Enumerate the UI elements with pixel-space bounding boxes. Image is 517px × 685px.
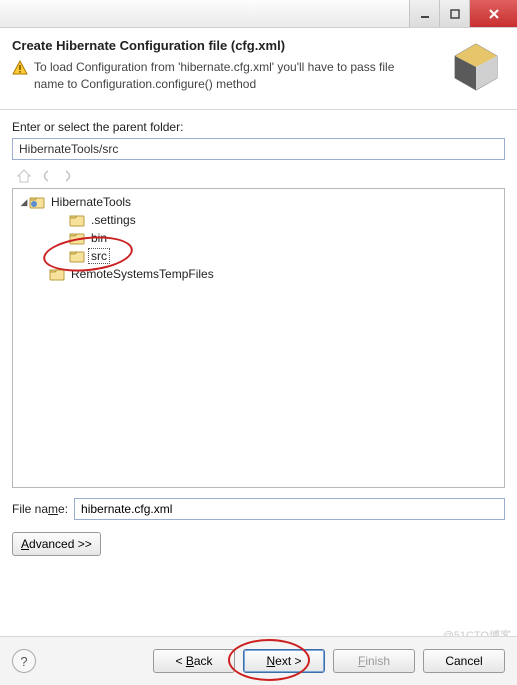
advanced-button[interactable]: Advanced >> [12,532,101,556]
dialog-title: Create Hibernate Configuration file (cfg… [12,38,505,53]
tree-node-project[interactable]: RemoteSystemsTempFiles [15,265,502,283]
folder-icon [49,267,65,281]
maximize-icon [450,9,460,19]
home-icon[interactable] [16,168,32,184]
tree-label: .settings [89,213,138,227]
project-folder-icon [29,195,45,209]
back-button[interactable]: < Back [153,649,235,673]
next-button[interactable]: Next > [243,649,325,673]
help-button[interactable]: ? [12,649,36,673]
warning-text: To load Configuration from 'hibernate.cf… [34,59,425,93]
tree-node-folder-selected[interactable]: src [15,247,502,265]
forward-icon[interactable] [60,168,76,184]
close-icon [488,8,500,20]
dialog-header: Create Hibernate Configuration file (cfg… [0,28,517,110]
window-titlebar [0,0,517,28]
dialog-footer: ? < Back Next > Finish Cancel [0,636,517,685]
tree-label: HibernateTools [49,195,133,209]
tree-toolbar [12,166,505,186]
folder-icon [69,231,85,245]
back-icon[interactable] [38,168,54,184]
parent-folder-label: Enter or select the parent folder: [12,120,505,134]
close-button[interactable] [469,0,517,27]
collapse-icon[interactable]: ◢ [19,197,29,208]
tree-node-folder[interactable]: bin [15,229,502,247]
parent-folder-input[interactable] [12,138,505,160]
tree-node-folder[interactable]: .settings [15,211,502,229]
folder-icon [69,213,85,227]
maximize-button[interactable] [439,0,469,27]
file-name-label: File name: [12,502,68,516]
cancel-button[interactable]: Cancel [423,649,505,673]
tree-label: RemoteSystemsTempFiles [69,267,216,281]
tree-label: src [89,249,109,263]
file-name-input[interactable] [74,498,505,520]
minimize-icon [420,9,430,19]
tree-label: bin [89,231,109,245]
tree-node-project[interactable]: ◢ HibernateTools [15,193,502,211]
minimize-button[interactable] [409,0,439,27]
folder-icon [69,249,85,263]
folder-tree[interactable]: ◢ HibernateTools .settings bin src Remot… [12,188,505,488]
warning-icon [12,60,28,76]
finish-button: Finish [333,649,415,673]
hibernate-logo-icon [447,38,505,96]
